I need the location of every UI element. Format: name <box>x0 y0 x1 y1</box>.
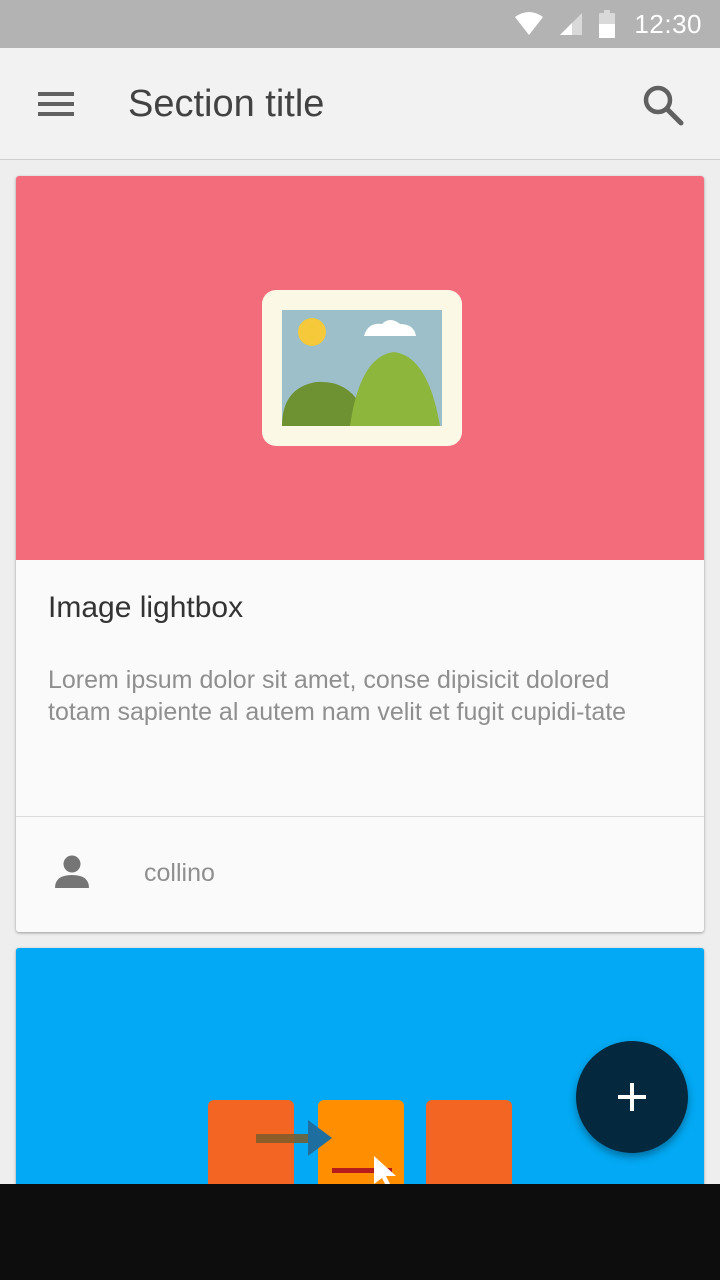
person-icon <box>55 855 89 888</box>
menu-icon[interactable] <box>36 88 76 120</box>
status-icons: 12:30 <box>514 0 702 48</box>
add-fab-button[interactable] <box>576 1041 688 1153</box>
app-bar: Section title <box>0 48 720 160</box>
system-nav-bar <box>0 1184 720 1280</box>
status-time: 12:30 <box>634 8 702 39</box>
search-icon[interactable] <box>640 82 686 128</box>
battery-icon <box>599 10 616 38</box>
signal-icon <box>560 13 583 35</box>
plus-icon <box>618 1083 646 1111</box>
author-name: collino <box>144 859 215 887</box>
card-title: Image lightbox <box>48 591 244 624</box>
wifi-icon <box>515 12 544 35</box>
image-lightbox-card[interactable]: Image lightbox Lorem ipsum dolor sit ame… <box>16 176 704 932</box>
status-bar: 12:30 <box>0 0 720 48</box>
image-placeholder-icon <box>262 290 462 446</box>
card-divider <box>16 816 704 817</box>
card-description: Lorem ipsum dolor sit amet, conse dipisi… <box>48 666 627 726</box>
page-title: Section title <box>128 83 325 125</box>
card-media <box>16 176 704 560</box>
